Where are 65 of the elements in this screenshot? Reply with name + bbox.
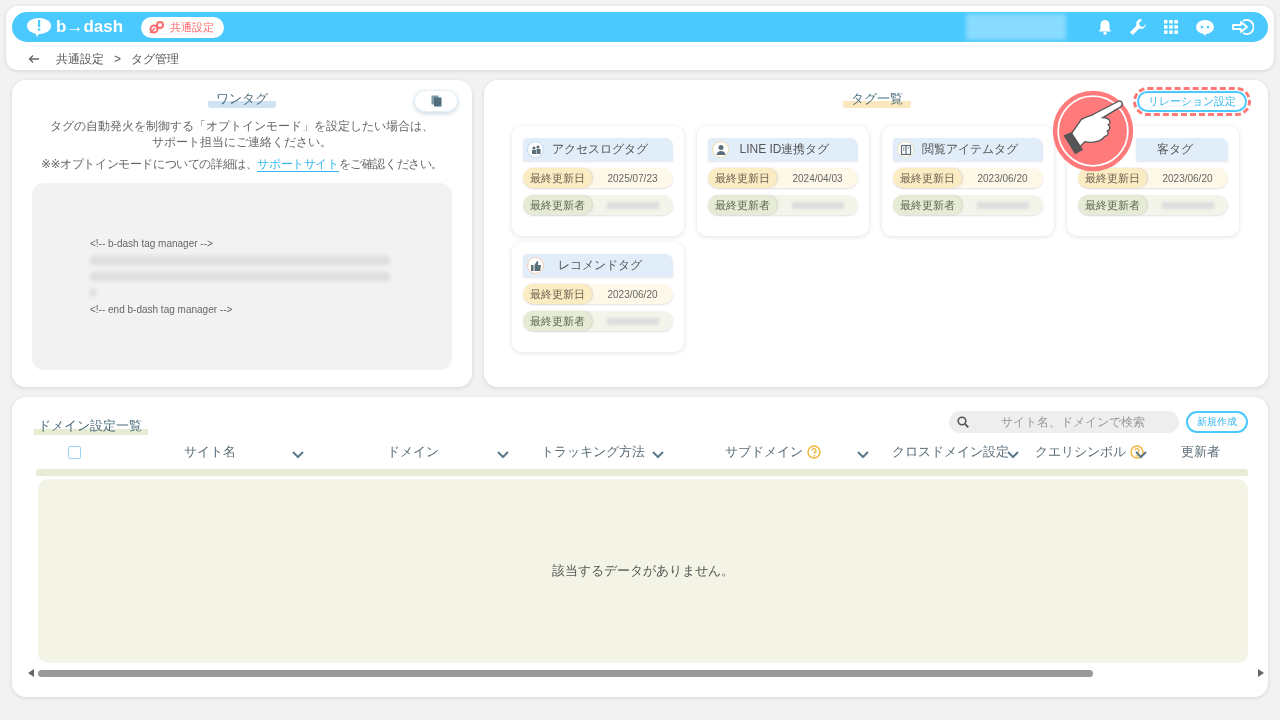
person-icon <box>714 143 727 156</box>
copy-button[interactable] <box>414 90 458 112</box>
code-line: <!-- b-dash tag manager --> <box>90 238 214 249</box>
field-label: 最終更新日 <box>708 168 777 188</box>
date-value: 2023/06/20 <box>1161 172 1214 184</box>
search-field[interactable]: サイト名、ドメインで検索 <box>949 411 1179 433</box>
date-value: 2025/07/23 <box>606 172 659 184</box>
field-label: 最終更新者 <box>708 195 777 215</box>
robot-chat-icon[interactable] <box>1195 18 1215 36</box>
field-label: 最終更新日 <box>523 284 592 304</box>
gears-icon <box>149 20 166 34</box>
breadcrumb-link[interactable]: 共通設定 <box>56 50 104 68</box>
scroll-left-icon[interactable] <box>28 669 34 677</box>
copy-icon <box>430 95 442 107</box>
note-text: ※※オプトインモードについての詳細は、サポートサイト をご確認ください。 <box>39 156 445 173</box>
bell-icon[interactable] <box>1098 19 1112 35</box>
description-text: タグの自動発火を制御する「オプトインモード」を設定したい場合は、 <box>50 119 434 134</box>
book-icon <box>899 143 912 156</box>
logout-icon[interactable] <box>1232 18 1254 36</box>
column-header[interactable]: サブドメイン <box>724 443 803 461</box>
cloud-logo-icon <box>26 17 52 37</box>
tag-card-header[interactable]: レコメンドタグ <box>523 254 673 277</box>
panel-title: タグ一覧 <box>843 90 911 108</box>
empty-message: 該当するデータがありません。 <box>552 562 734 580</box>
column-header[interactable]: トラッキング方法 <box>540 443 645 461</box>
back-arrow-icon[interactable] <box>28 54 40 64</box>
field-label: 最終更新者 <box>1078 195 1147 215</box>
date-value: 2024/04/03 <box>791 172 844 184</box>
select-all-checkbox[interactable] <box>67 445 81 459</box>
field-label: 最終更新者 <box>523 195 592 215</box>
redacted-author <box>791 201 844 209</box>
redacted-author <box>1161 201 1214 209</box>
scrollbar-thumb[interactable] <box>38 669 1093 677</box>
tag-card-header[interactable]: 客タグ <box>1136 138 1228 161</box>
field-label: 最終更新者 <box>523 311 592 331</box>
description-text: サポート担当にご連絡ください。 <box>152 135 332 150</box>
logo-text: b→dash <box>56 17 124 37</box>
field-label: 最終更新日 <box>893 168 962 188</box>
scroll-right-icon[interactable] <box>1258 669 1264 677</box>
tag-card-header[interactable]: アクセスログタグ <box>523 138 673 161</box>
column-header[interactable]: サイト名 <box>184 443 236 461</box>
field-label: 最終更新者 <box>893 195 962 215</box>
column-header[interactable]: ドメイン <box>386 443 439 461</box>
wrench-icon[interactable] <box>1129 18 1147 36</box>
column-header: 更新者 <box>1181 443 1220 461</box>
thumbs-up-icon <box>529 259 542 272</box>
redacted-author <box>606 317 659 325</box>
grid-icon[interactable] <box>1164 20 1178 34</box>
redacted-author <box>606 201 659 209</box>
breadcrumb-separator: > <box>114 52 121 66</box>
column-header[interactable]: クエリシンボル <box>1034 443 1126 461</box>
tag-card-header[interactable]: LINE ID連携タグ <box>708 138 858 161</box>
redacted-author <box>976 201 1029 209</box>
field-label: 最終更新日 <box>523 168 592 188</box>
breadcrumb-current: タグ管理 <box>131 50 179 68</box>
panel-title: ワンタグ <box>208 90 276 108</box>
section-title: ドメイン設定一覧 <box>34 417 148 435</box>
field-label: 最終更新日 <box>1078 168 1147 188</box>
date-value: 2023/06/20 <box>606 288 659 300</box>
people-icon <box>529 143 542 156</box>
column-header[interactable]: クロスドメイン設定 <box>891 443 1009 461</box>
date-value: 2023/06/20 <box>976 172 1029 184</box>
search-icon <box>957 416 969 428</box>
code-line: <!-- end b-dash tag manager --> <box>90 304 234 315</box>
tag-card-header[interactable]: 閲覧アイテムタグ <box>893 138 1043 161</box>
